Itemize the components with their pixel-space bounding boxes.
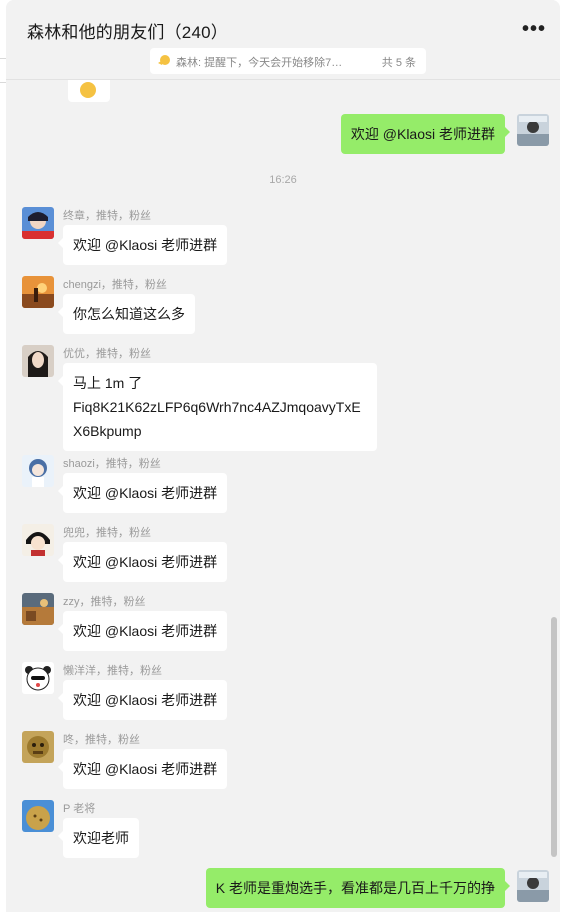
message-line: Fiq8K21K62zLFP6q6Wrh7nc4AZJmqoavyTxE: [73, 399, 361, 415]
message-line: 马上 1m 了: [73, 375, 143, 391]
message-bubble[interactable]: 你怎么知道这么多: [58, 294, 195, 334]
pinned-message-preview: 森林: 提醒下，今天会开始移除7…: [176, 57, 343, 69]
avatar[interactable]: [22, 345, 54, 377]
avatar[interactable]: [22, 800, 54, 832]
sender-name: 咚，推特，粉丝: [63, 734, 140, 746]
message-bubble[interactable]: 欢迎 @Klaosi 老师进群: [57, 749, 228, 789]
message-bubble[interactable]: 欢迎老师: [58, 818, 139, 858]
message-bubble[interactable]: 欢迎 @Klaosi 老师进群: [57, 473, 228, 513]
chat-title: 森林和他的朋友们（240）: [27, 23, 228, 42]
pinned-count: 共 5 条: [381, 57, 416, 69]
chat-window: 森林和他的朋友们（240） ••• 森林: 提醒下，今天会开始移除7… 共 5 …: [6, 0, 560, 912]
chat-header: 森林和他的朋友们（240） ••• 森林: 提醒下，今天会开始移除7… 共 5 …: [6, 0, 560, 80]
sender-name: 懒洋洋，推特，粉丝: [63, 665, 162, 677]
sender-name: zzy，推特，粉丝: [63, 596, 146, 608]
sender-name: 终章，推特，粉丝: [63, 210, 151, 222]
message-list[interactable]: 欢迎 @Klaosi 老师进群 16:26 终章，推特，粉丝 欢迎 @Klaos…: [6, 80, 560, 912]
more-options-button[interactable]: •••: [522, 18, 546, 41]
self-avatar[interactable]: [517, 870, 549, 902]
self-avatar[interactable]: [517, 114, 549, 146]
scrollbar-thumb[interactable]: [551, 617, 557, 857]
avatar[interactable]: [22, 731, 54, 763]
sender-name: 兜兜，推特，粉丝: [63, 527, 151, 539]
sender-name: chengzi，推特，粉丝: [63, 279, 167, 291]
emoji-message-partial: [68, 80, 110, 102]
message-bubble[interactable]: 欢迎 @Klaosi 老师进群: [57, 225, 228, 265]
message-bubble[interactable]: 欢迎 @Klaosi 老师进群: [57, 611, 228, 651]
avatar[interactable]: [22, 662, 54, 694]
message-bubble-self[interactable]: 欢迎 @Klaosi 老师进群: [340, 114, 511, 154]
right-panel-edge: [560, 0, 566, 912]
timestamp: 16:26: [269, 174, 297, 186]
avatar[interactable]: [22, 524, 54, 556]
sender-name: 优优，推特，粉丝: [63, 348, 151, 360]
avatar[interactable]: [22, 593, 54, 625]
emoji-icon: [80, 82, 96, 98]
avatar[interactable]: [22, 207, 54, 239]
avatar[interactable]: [22, 455, 54, 487]
sender-name: shaozi，推特，粉丝: [63, 458, 161, 470]
pin-icon: [158, 55, 170, 65]
avatar[interactable]: [22, 276, 54, 308]
message-bubble[interactable]: 欢迎 @Klaosi 老师进群: [57, 542, 228, 582]
pinned-messages-bar[interactable]: 森林: 提醒下，今天会开始移除7… 共 5 条: [150, 48, 426, 74]
message-line: X6Bkpump: [73, 423, 142, 439]
message-bubble[interactable]: 欢迎 @Klaosi 老师进群: [57, 680, 228, 720]
sender-name: P 老将: [63, 803, 96, 815]
message-bubble-self[interactable]: K 老师是重炮选手，看准都是几百上千万的挣: [205, 868, 511, 908]
message-bubble[interactable]: 马上 1m 了 Fiq8K21K62zLFP6q6Wrh7nc4AZJmqoav…: [58, 363, 377, 451]
